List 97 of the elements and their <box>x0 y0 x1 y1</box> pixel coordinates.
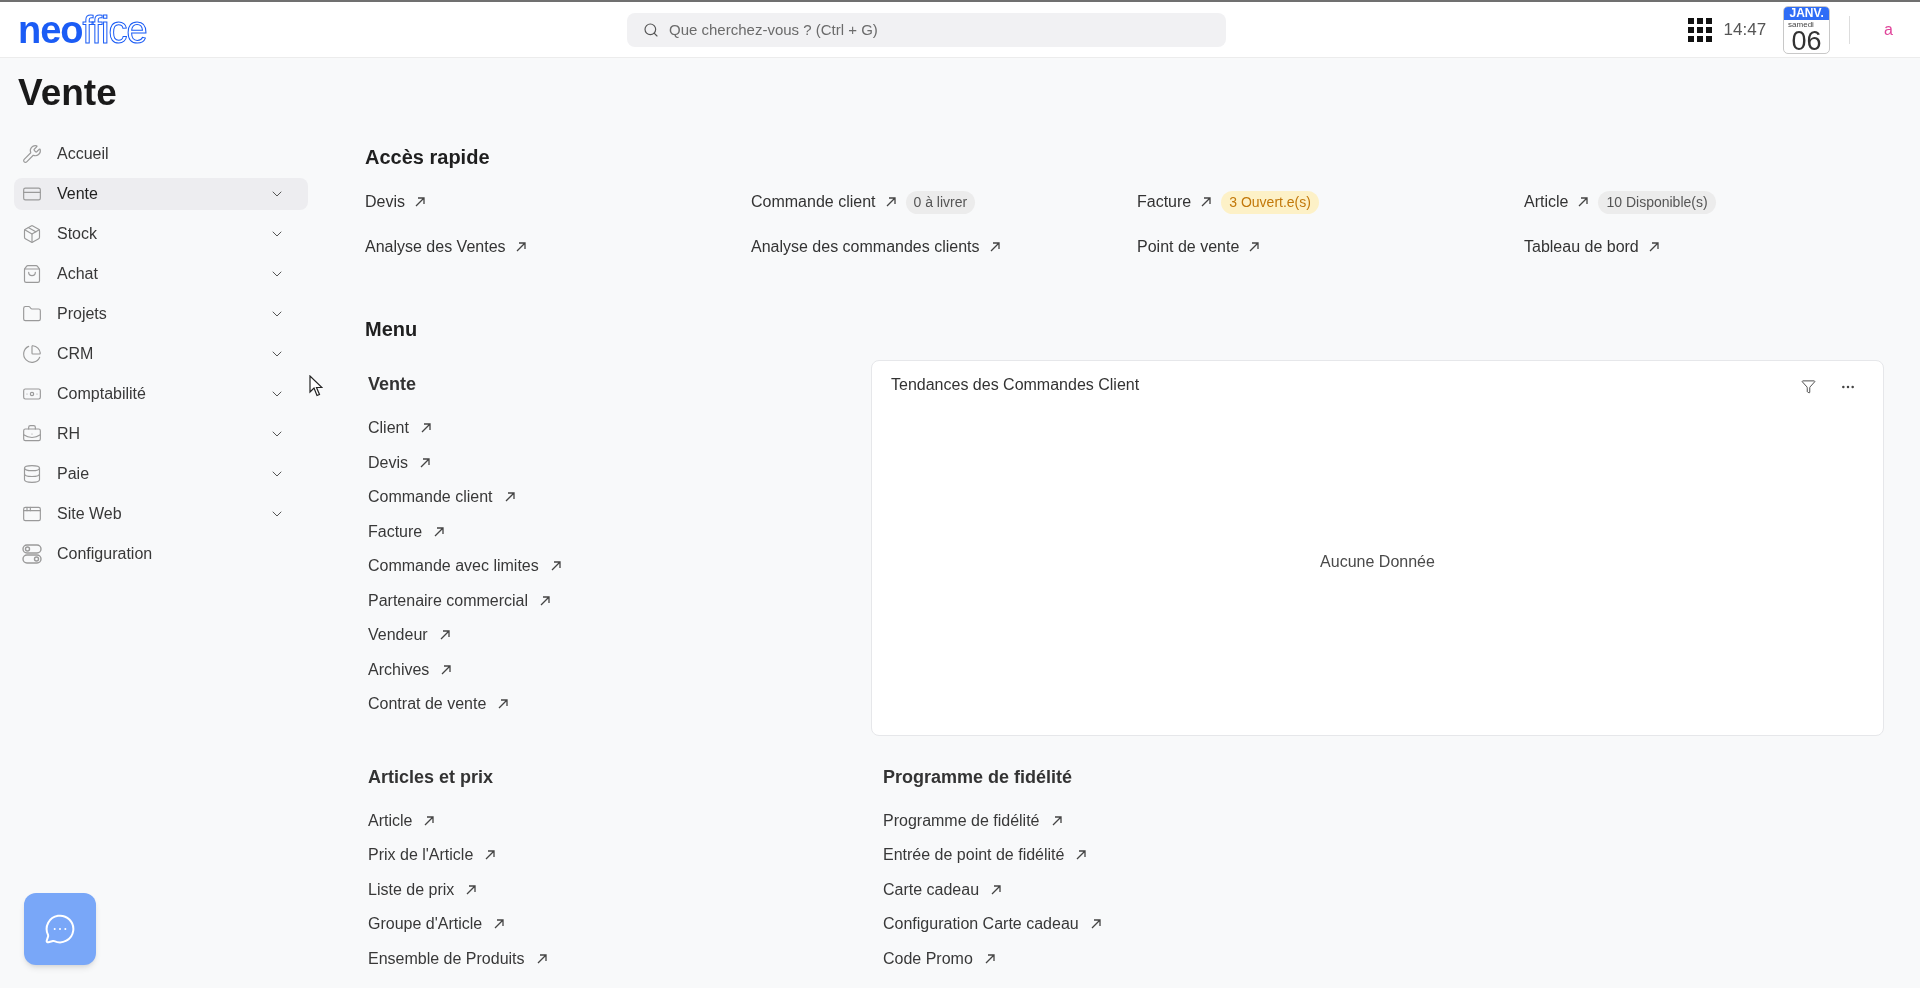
pie-chart-icon <box>22 344 42 364</box>
quick-link[interactable]: Analyse des Ventes <box>365 235 526 259</box>
arrow-icon <box>439 630 450 641</box>
menu-link[interactable]: Groupe d'Article <box>368 912 505 937</box>
sidebar-item[interactable]: Projets <box>14 298 308 330</box>
arrow-icon <box>420 457 430 468</box>
arrow-icon <box>536 953 547 964</box>
bag-icon <box>22 264 42 284</box>
quick-link[interactable]: Analyse des commandes clients <box>751 235 1000 259</box>
menu-link[interactable]: Prix de l'Article <box>368 843 496 868</box>
quick-link[interactable]: Point de vente <box>1137 235 1260 259</box>
menu-link[interactable]: Client <box>368 416 431 441</box>
arrow-icon <box>515 242 526 252</box>
status-badge: 3 Ouvert.e(s) <box>1221 190 1319 214</box>
menu-link[interactable]: Ensemble de Produits <box>368 946 547 971</box>
arrow-icon <box>420 423 431 434</box>
page-title: Vente <box>17 71 118 115</box>
menu-link[interactable]: Carte cadeau <box>883 877 1002 902</box>
arrow-icon <box>540 595 551 606</box>
menu-link[interactable]: Facture <box>368 519 445 544</box>
browser-window-icon <box>22 504 42 524</box>
section-heading: Programme de fidélité <box>883 765 1074 789</box>
arrow-icon <box>434 526 445 537</box>
quick-link[interactable]: Commande client <box>751 190 896 214</box>
menu-link[interactable]: Commande avec limites <box>368 554 561 579</box>
menu-link[interactable]: Devis <box>368 450 430 475</box>
status-badge: 10 Disponible(s) <box>1598 190 1716 214</box>
wrench-icon <box>22 144 42 164</box>
apps-grid-icon[interactable] <box>1687 17 1712 42</box>
arrow-icon <box>1076 850 1087 861</box>
menu-link[interactable]: Configuration Carte cadeau <box>883 912 1101 937</box>
filter-icon[interactable] <box>1801 379 1816 394</box>
arrow-icon <box>494 919 505 930</box>
quick-link[interactable]: Devis <box>365 190 425 214</box>
arrow-icon <box>1090 919 1101 930</box>
user-initial[interactable]: a <box>1884 17 1893 42</box>
folder-icon <box>22 304 42 324</box>
section-heading: Vente <box>368 373 418 396</box>
menu-link[interactable]: Contrat de vente <box>368 692 509 717</box>
arrow-icon <box>1249 242 1260 252</box>
menu-link[interactable]: Vendeur <box>368 623 450 648</box>
calendar-weekday: samedi <box>1787 19 1815 29</box>
sidebar-item[interactable]: Configuration <box>14 538 308 570</box>
arrow-icon <box>989 242 1000 252</box>
toggles-icon <box>22 544 42 564</box>
logo[interactable]: neoffice <box>18 9 147 50</box>
database-icon <box>22 464 42 484</box>
sidebar-item[interactable]: Achat <box>14 258 308 290</box>
quick-link[interactable]: Tableau de bord <box>1524 235 1659 259</box>
arrow-icon <box>1578 197 1589 207</box>
briefcase-icon <box>22 424 42 444</box>
arrow-icon <box>1051 815 1062 826</box>
menu-link[interactable]: Archives <box>368 657 452 682</box>
section-title: Accès rapide <box>365 145 491 170</box>
menu-link[interactable]: Programme de fidélité <box>883 808 1062 833</box>
clock-time: 14:47 <box>1723 18 1767 41</box>
sidebar-item[interactable]: Vente <box>14 178 308 210</box>
menu-link[interactable]: Code Promo <box>883 946 995 971</box>
arrow-icon <box>991 884 1002 895</box>
arrow-icon <box>424 815 435 826</box>
menu-link[interactable]: Liste de prix <box>368 877 477 902</box>
arrow-icon <box>550 561 561 572</box>
chat-bubble-icon <box>44 913 76 945</box>
search-icon <box>643 21 659 38</box>
menu-link[interactable]: Partenaire commercial <box>368 588 551 613</box>
arrow-icon <box>504 492 515 503</box>
sidebar-item[interactable]: Accueil <box>14 138 308 170</box>
sidebar-item[interactable]: Stock <box>14 218 308 250</box>
arrow-icon <box>1648 242 1659 252</box>
menu-link[interactable]: Commande client <box>368 485 515 510</box>
arrow-icon <box>485 850 496 861</box>
sidebar-item[interactable]: Comptabilité <box>14 378 308 410</box>
mouse-cursor-icon <box>309 375 323 397</box>
arrow-icon <box>984 953 995 964</box>
menu-link[interactable]: Entrée de point de fidélité <box>883 843 1087 868</box>
arrow-icon <box>498 699 509 710</box>
menu-link[interactable]: Article <box>368 808 435 833</box>
status-badge: 0 à livrer <box>905 190 976 214</box>
empty-chart-message: Aucune Donnée <box>1320 551 1435 572</box>
sidebar-item[interactable]: CRM <box>14 338 308 370</box>
sidebar-item[interactable]: RH <box>14 418 308 450</box>
chart-title: Tendances des Commandes Client <box>891 375 1141 395</box>
package-icon <box>22 224 42 244</box>
calendar-day: 06 <box>1784 28 1830 53</box>
sidebar-item[interactable]: Site Web <box>14 498 308 530</box>
section-heading: Articles et prix <box>368 765 495 789</box>
quick-link[interactable]: Article <box>1524 190 1589 214</box>
arrow-icon <box>885 197 896 207</box>
arrow-icon <box>466 884 477 895</box>
sidebar-item[interactable]: Paie <box>14 458 308 490</box>
section-title: Menu <box>365 317 419 342</box>
arrow-icon <box>415 197 425 207</box>
search-field[interactable]: Que cherchez-vous ? (Ctrl + G) <box>627 12 1226 47</box>
arrow-icon <box>441 664 452 675</box>
arrow-icon <box>1201 197 1212 207</box>
quick-link[interactable]: Facture <box>1137 190 1212 214</box>
calendar-month: JANV. <box>1784 6 1830 20</box>
